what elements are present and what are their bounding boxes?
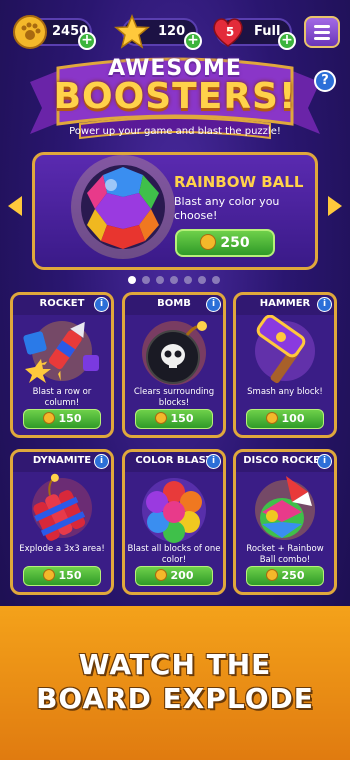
- coin-icon: [265, 412, 278, 424]
- dynamite-icon: [32, 473, 92, 541]
- pager-dot[interactable]: [184, 276, 192, 284]
- coin-icon: [154, 412, 167, 424]
- paw-currency[interactable]: 2450 +: [13, 15, 96, 50]
- pager-dot[interactable]: [156, 276, 164, 284]
- tagline-line-2: BOARD EXPLODE: [36, 682, 314, 715]
- lives[interactable]: 5 Full +: [213, 18, 296, 50]
- pager-dot[interactable]: [142, 276, 150, 284]
- add-paws-button[interactable]: +: [78, 32, 96, 50]
- buy-button[interactable]: 150: [135, 409, 213, 429]
- info-button[interactable]: i: [206, 297, 221, 312]
- pager-dot[interactable]: [198, 276, 206, 284]
- color-blast-icon: [142, 478, 206, 543]
- subtitle: Power up your game and blast the puzzle!: [69, 126, 281, 137]
- top-bar: 2450 + 120 + 5 Full +: [10, 14, 340, 50]
- info-button[interactable]: i: [94, 454, 109, 469]
- star-currency[interactable]: 120 +: [114, 14, 202, 50]
- info-button[interactable]: i: [317, 297, 332, 312]
- info-button[interactable]: i: [206, 454, 221, 469]
- booster-description: Blast all blocks of one color!: [127, 544, 221, 565]
- star-icon: [114, 14, 150, 49]
- booster-card-disco-rocket[interactable]: DISCO ROCKET i Rocket + Rainbow Ball combo…: [233, 449, 337, 595]
- menu-button[interactable]: [304, 16, 340, 48]
- booster-description: Rocket + Rainbow Ball combo!: [246, 544, 324, 565]
- booster-description: Smash any block!: [247, 387, 323, 397]
- info-button[interactable]: i: [317, 454, 332, 469]
- carousel-next-arrow[interactable]: [328, 196, 342, 216]
- lives-count: 5: [225, 25, 235, 39]
- booster-price: 100: [281, 412, 305, 425]
- coin-icon: [42, 569, 55, 581]
- tagline-line-1: WATCH THE: [78, 648, 272, 681]
- buy-button[interactable]: 100: [246, 409, 324, 429]
- coin-icon: [200, 234, 217, 250]
- featured-booster-description: Blast any color you choose!: [174, 195, 280, 222]
- buy-button[interactable]: 200: [135, 566, 213, 586]
- buy-button[interactable]: 150: [23, 566, 101, 586]
- pager-dot[interactable]: [212, 276, 220, 284]
- rainbow-ball-icon: [71, 155, 175, 259]
- help-button[interactable]: ?: [314, 70, 336, 92]
- booster-card-bomb[interactable]: BOMB i Clears surrounding blocks! 150: [122, 292, 226, 438]
- add-lives-button[interactable]: +: [278, 32, 296, 50]
- promo-tagline: WATCH THE BOARD EXPLODE: [0, 648, 350, 716]
- coin-icon: [265, 569, 278, 581]
- buy-button[interactable]: 250: [246, 566, 324, 586]
- coin-icon: [154, 569, 167, 581]
- disco-rocket-icon: [255, 476, 315, 540]
- booster-price: 200: [170, 569, 194, 582]
- menu-line: [314, 25, 330, 28]
- featured-price: 250: [220, 235, 250, 251]
- featured-booster-name: RAINBOW BALL: [174, 173, 304, 191]
- booster-description: Explode a 3x3 area!: [19, 544, 105, 554]
- lives-status: Full: [254, 24, 281, 39]
- coin-icon: [42, 412, 55, 424]
- pager-dot[interactable]: [170, 276, 178, 284]
- booster-card-dynamite[interactable]: DYNAMITE i Explode a 3x3 area! 150: [10, 449, 114, 595]
- featured-buy-button[interactable]: 250: [175, 229, 275, 257]
- add-stars-button[interactable]: +: [184, 32, 202, 50]
- booster-price: 250: [281, 569, 305, 582]
- rocket-icon: [23, 321, 99, 383]
- carousel-pager: [128, 276, 220, 284]
- booster-card-hammer[interactable]: HAMMER i Smash any block! 100: [233, 292, 337, 438]
- title-line-2: BOOSTERS!: [53, 76, 297, 117]
- booster-card-color-blast[interactable]: COLOR BLAST i Blast all blocks of one colo…: [122, 449, 226, 595]
- buy-button[interactable]: 150: [23, 409, 101, 429]
- menu-line: [314, 31, 330, 34]
- info-button[interactable]: i: [94, 297, 109, 312]
- pager-dot[interactable]: [128, 276, 136, 284]
- paw-coin-icon: [13, 15, 47, 49]
- booster-card-rocket[interactable]: ROCKET i Blast a row or column! 150: [10, 292, 114, 438]
- menu-line: [314, 37, 330, 40]
- booster-price: 150: [170, 412, 194, 425]
- booster-description: Blast a row or column!: [32, 387, 92, 408]
- booster-price: 150: [58, 412, 82, 425]
- bomb-icon: [142, 321, 207, 385]
- booster-price: 150: [58, 569, 82, 582]
- booster-description: Clears surrounding blocks!: [133, 387, 215, 408]
- star-count: 120: [158, 24, 186, 39]
- hammer-icon: [255, 315, 315, 384]
- carousel-prev-arrow[interactable]: [8, 196, 22, 216]
